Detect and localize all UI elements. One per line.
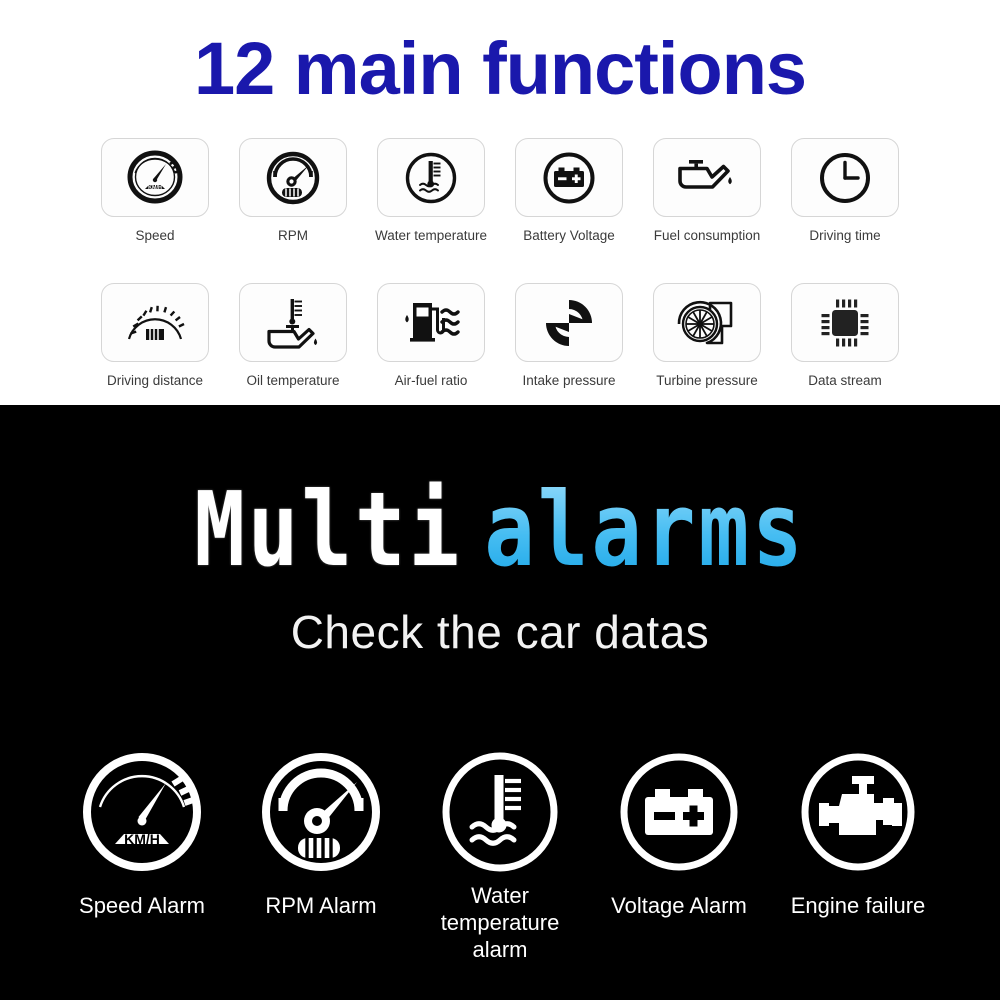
function-item-intake-pressure[interactable]: Intake pressure: [510, 283, 628, 389]
function-label: Fuel consumption: [653, 228, 761, 243]
function-icon-box: [515, 138, 623, 217]
function-label: Driving distance: [106, 373, 204, 388]
function-item-driving-distance[interactable]: Driving distance: [96, 283, 214, 389]
odometer-dial-icon: [127, 305, 185, 340]
function-label: Battery Voltage: [523, 228, 615, 243]
function-label: Intake pressure: [522, 373, 616, 388]
alarm-item-speed[interactable]: KM/H Speed Alarm: [56, 750, 228, 963]
function-label: Data stream: [808, 373, 882, 388]
recycle-arrows-icon: [546, 299, 592, 346]
water-temperature-alarm-icon: [442, 752, 558, 872]
fuel-pump-waves-icon: [405, 302, 460, 342]
alarms-subtitle: Check the car datas: [290, 606, 710, 658]
function-icon-box: [377, 138, 485, 217]
alarm-label: Speed Alarm: [79, 893, 205, 918]
function-label: RPM: [278, 228, 308, 243]
alarm-item-voltage[interactable]: Voltage Alarm: [593, 750, 765, 963]
rpm-tachometer-icon: [266, 151, 320, 204]
alarm-item-rpm[interactable]: RPM Alarm: [235, 750, 407, 963]
microchip-icon: [821, 299, 869, 346]
function-icon-box: [239, 283, 347, 362]
function-icon-box: [653, 283, 761, 362]
multi-alarms-heading: Multi alarms: [0, 479, 1000, 581]
function-item-driving-time[interactable]: Driving time: [786, 138, 904, 244]
engine-failure-icon: [801, 753, 915, 871]
clock-icon: [820, 152, 870, 203]
multi-alarms-section: Multi alarms Check the car datas KM/H Sp…: [0, 405, 1000, 1000]
function-label: Water temperature: [374, 228, 488, 243]
alarms-row: KM/H Speed Alarm RPM Alarm Water tempera…: [0, 750, 1000, 963]
function-label: Air-fuel ratio: [394, 373, 468, 388]
oil-can-fuel-icon: [678, 159, 732, 189]
function-icon-box: [653, 138, 761, 217]
function-item-turbine-pressure[interactable]: Turbine pressure: [648, 283, 766, 389]
battery-voltage-icon: [543, 152, 595, 203]
function-icon-box: [101, 283, 209, 362]
speedometer-kmh-icon: KM/H: [127, 150, 183, 203]
function-icon-box: [377, 283, 485, 362]
voltage-alarm-battery-icon: [620, 753, 738, 871]
product-feature-page: 12 main functions KM/H Speed RPM Water t…: [0, 0, 1000, 1000]
svg-text:KM/H: KM/H: [124, 831, 160, 847]
alarm-label: RPM Alarm: [265, 893, 377, 918]
function-icon-box: [239, 138, 347, 217]
alarm-item-engine-failure[interactable]: Engine failure: [772, 750, 944, 963]
function-item-oil-temperature[interactable]: Oil temperature: [234, 283, 352, 389]
function-item-fuel-consumption[interactable]: Fuel consumption: [648, 138, 766, 244]
function-item-rpm[interactable]: RPM: [234, 138, 352, 244]
function-icon-box: [791, 283, 899, 362]
oil-temperature-icon: [267, 298, 318, 349]
alarm-icon-box: [796, 750, 920, 874]
heading-word-multi: Multi: [194, 469, 463, 590]
alarm-label: Voltage Alarm: [611, 893, 747, 918]
alarm-icon-box: [259, 750, 383, 874]
function-item-water-temperature[interactable]: Water temperature: [372, 138, 490, 244]
function-icon-box: [515, 283, 623, 362]
function-icon-box: [791, 138, 899, 217]
function-icon-box: KM/H: [101, 138, 209, 217]
function-item-data-stream[interactable]: Data stream: [786, 283, 904, 389]
alarm-label: Water temperature alarm: [440, 883, 560, 962]
function-item-speed[interactable]: KM/H Speed: [96, 138, 214, 244]
function-label: Driving time: [809, 228, 881, 243]
alarm-icon-box: [438, 750, 562, 874]
water-temperature-icon: [405, 152, 457, 203]
function-label: Oil temperature: [246, 373, 340, 388]
main-functions-section: 12 main functions KM/H Speed RPM Water t…: [0, 0, 1000, 405]
turbocharger-icon: [677, 300, 733, 344]
page-title: 12 main functions: [193, 27, 807, 110]
alarm-icon-box: KM/H: [80, 750, 204, 874]
function-label: Speed: [135, 228, 175, 243]
functions-row-2: Driving distance Oil temperature Air-fue…: [0, 283, 1000, 389]
alarm-item-water-temperature[interactable]: Water temperature alarm: [414, 750, 586, 963]
functions-row-1: KM/H Speed RPM Water temperature Battery…: [0, 138, 1000, 244]
rpm-alarm-gauge-icon: [262, 753, 380, 871]
function-item-battery-voltage[interactable]: Battery Voltage: [510, 138, 628, 244]
function-item-air-fuel-ratio[interactable]: Air-fuel ratio: [372, 283, 490, 389]
alarm-icon-box: [617, 750, 741, 874]
function-label: Turbine pressure: [656, 373, 758, 388]
svg-text:KM/H: KM/H: [148, 185, 162, 191]
alarm-label: Engine failure: [790, 893, 926, 918]
speed-alarm-gauge-icon: KM/H: [83, 753, 201, 871]
heading-word-alarms: alarms: [484, 469, 806, 590]
